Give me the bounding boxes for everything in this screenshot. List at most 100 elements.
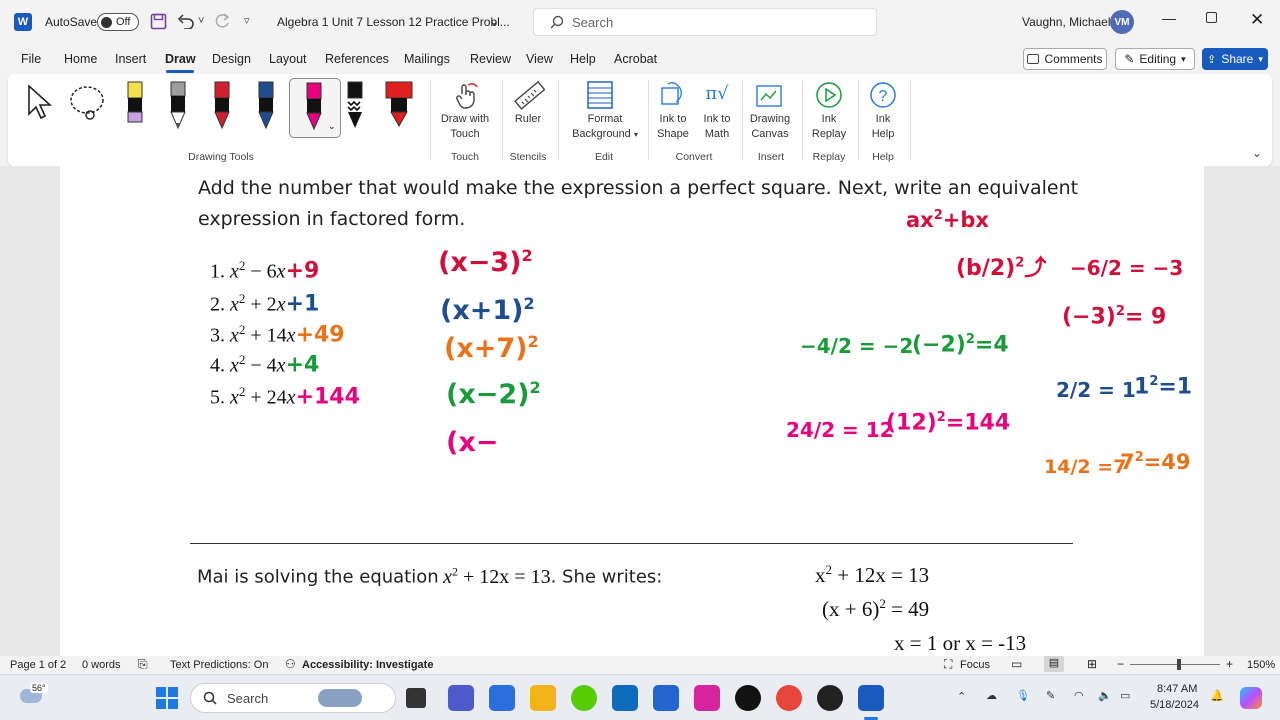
web-layout-icon[interactable]: ⊞ <box>1087 657 1097 671</box>
task-view-icon[interactable] <box>406 688 426 708</box>
tab-review[interactable]: Review <box>470 52 511 66</box>
text-predictions[interactable]: Text Predictions: On <box>170 659 268 671</box>
title-dropdown-icon[interactable]: ⌄ <box>489 14 499 28</box>
recorder-icon[interactable] <box>817 685 843 711</box>
ruler-button[interactable]: Ruler <box>506 112 550 127</box>
zoom-in-icon[interactable]: + <box>1226 657 1233 671</box>
print-layout-icon[interactable]: ▤ <box>1044 656 1064 672</box>
user-name[interactable]: Vaughn, Michael <box>1022 15 1111 29</box>
undo-icon[interactable] <box>177 13 195 29</box>
ink-to-shape-icon[interactable] <box>658 80 686 110</box>
highlighter-yellow-icon[interactable] <box>116 80 152 136</box>
word-taskbar-icon[interactable] <box>858 685 884 711</box>
pen-blue-icon[interactable] <box>248 80 284 136</box>
search-box[interactable]: Search <box>533 8 877 36</box>
draw-with-touch-button[interactable]: Draw with Touch <box>434 112 496 142</box>
pen-options-chevron-icon[interactable]: ⌄ <box>328 121 336 132</box>
hook-arrow-icon: ⤴ <box>1024 256 1047 281</box>
ink-to-shape-button[interactable]: Ink to Shape <box>654 112 692 142</box>
file-explorer-icon[interactable] <box>530 685 556 711</box>
onedrive-icon[interactable]: ☁ <box>986 689 997 702</box>
ink-replay-icon[interactable] <box>814 80 844 110</box>
clock-date[interactable]: 5/18/2024 <box>1150 699 1199 711</box>
ink-to-math-button[interactable]: Ink to Math <box>698 112 736 142</box>
duolingo-icon[interactable] <box>571 685 597 711</box>
close-icon[interactable]: ✕ <box>1250 10 1264 30</box>
chrome-icon[interactable] <box>776 685 802 711</box>
focus-button[interactable]: Focus <box>960 659 990 671</box>
editing-button[interactable]: ✎ Editing ▾ <box>1115 48 1195 70</box>
word-count[interactable]: 0 words <box>82 659 121 671</box>
chevron-up-icon[interactable]: ⌃ <box>957 690 966 703</box>
autosave-toggle[interactable]: Off <box>97 13 139 31</box>
minimize-icon[interactable]: — <box>1162 10 1176 26</box>
ink-to-math-icon[interactable]: π√ <box>702 79 732 109</box>
tab-insert[interactable]: Insert <box>115 52 146 66</box>
redo-icon[interactable] <box>213 13 231 29</box>
document-title[interactable]: Algebra 1 Unit 7 Lesson 12 Practice Prob… <box>277 15 510 29</box>
pen-magenta-selected[interactable]: ⌄ <box>289 78 341 138</box>
proofing-icon[interactable]: ⎘ <box>138 657 148 672</box>
ink-replay-button[interactable]: Ink Replay <box>808 112 850 142</box>
pencil-gray-icon[interactable] <box>160 80 196 136</box>
collapse-ribbon-icon[interactable]: ⌄ <box>1252 146 1262 160</box>
ruler-icon[interactable] <box>513 80 545 112</box>
zoom-slider-thumb[interactable] <box>1177 659 1181 670</box>
accessibility-status[interactable]: Accessibility: Investigate <box>302 659 433 671</box>
tiktok-icon[interactable] <box>735 685 761 711</box>
zoom-level[interactable]: 150% <box>1247 659 1275 671</box>
format-background-label-2: Background ▾ <box>572 128 638 140</box>
notification-bell-icon[interactable]: 🔔 <box>1210 689 1224 702</box>
todo-icon[interactable] <box>653 685 679 711</box>
format-background-button[interactable]: Format Background ▾ <box>564 112 646 142</box>
save-icon[interactable] <box>150 13 167 30</box>
battery-icon[interactable]: ▭ <box>1120 689 1130 702</box>
tab-home[interactable]: Home <box>64 52 97 66</box>
tab-design[interactable]: Design <box>212 52 251 66</box>
pen-red-icon[interactable] <box>204 80 240 136</box>
tab-file[interactable]: File <box>21 52 41 66</box>
weather-temp[interactable]: 56° <box>30 683 48 693</box>
teams-icon[interactable] <box>448 685 474 711</box>
copilot-icon[interactable] <box>1240 687 1262 709</box>
windows-start-icon[interactable] <box>156 687 178 709</box>
restore-icon[interactable] <box>1206 12 1217 23</box>
instagram-icon[interactable] <box>694 685 720 711</box>
pen-red2-icon[interactable] <box>381 80 417 136</box>
tab-layout[interactable]: Layout <box>269 52 307 66</box>
lasso-select-icon[interactable] <box>68 84 108 122</box>
zoom-out-icon[interactable]: − <box>1117 657 1124 671</box>
read-mode-icon[interactable]: ▭ <box>1011 657 1022 671</box>
microphone-icon[interactable]: 🎙 <box>1016 689 1030 702</box>
volume-icon[interactable]: 🔈 <box>1098 689 1112 702</box>
ink-help-icon[interactable]: ? <box>868 80 898 110</box>
comments-button[interactable]: Comments <box>1023 48 1107 70</box>
drawing-canvas-button[interactable]: Drawing Canvas <box>746 112 794 142</box>
tab-view[interactable]: View <box>526 52 553 66</box>
taskbar-search[interactable]: Search <box>190 683 396 713</box>
pen-black-icon[interactable] <box>337 80 373 136</box>
clock-time[interactable]: 8:47 AM <box>1157 683 1197 695</box>
tab-help[interactable]: Help <box>570 52 596 66</box>
tab-references[interactable]: References <box>325 52 389 66</box>
format-background-icon[interactable] <box>586 80 614 110</box>
tab-acrobat[interactable]: Acrobat <box>614 52 657 66</box>
page-count[interactable]: Page 1 of 2 <box>10 659 66 671</box>
drawing-canvas-icon[interactable] <box>754 80 784 110</box>
tab-mailings[interactable]: Mailings <box>404 52 450 66</box>
outlook-icon[interactable] <box>612 685 638 711</box>
draw-with-touch-icon[interactable] <box>452 82 480 110</box>
store-icon[interactable] <box>489 685 515 711</box>
tab-draw[interactable]: Draw <box>165 52 196 66</box>
word-app-icon[interactable]: W <box>14 13 32 31</box>
avatar[interactable]: VM <box>1110 10 1134 34</box>
ink-help-button[interactable]: Ink Help <box>864 112 902 142</box>
select-cursor-icon[interactable] <box>26 84 54 122</box>
wifi-icon[interactable]: ◠ <box>1074 689 1084 702</box>
share-button[interactable]: ⇪ Share ▾ <box>1202 48 1268 70</box>
pen-menu-icon[interactable]: ✎ <box>1046 689 1055 702</box>
customize-toolbar-icon[interactable]: ▿ <box>244 14 250 27</box>
document-page[interactable]: Add the number that would make the expre… <box>60 166 1204 656</box>
zoom-slider[interactable] <box>1130 659 1220 670</box>
undo-dropdown-icon[interactable]: ˅ <box>198 15 204 27</box>
